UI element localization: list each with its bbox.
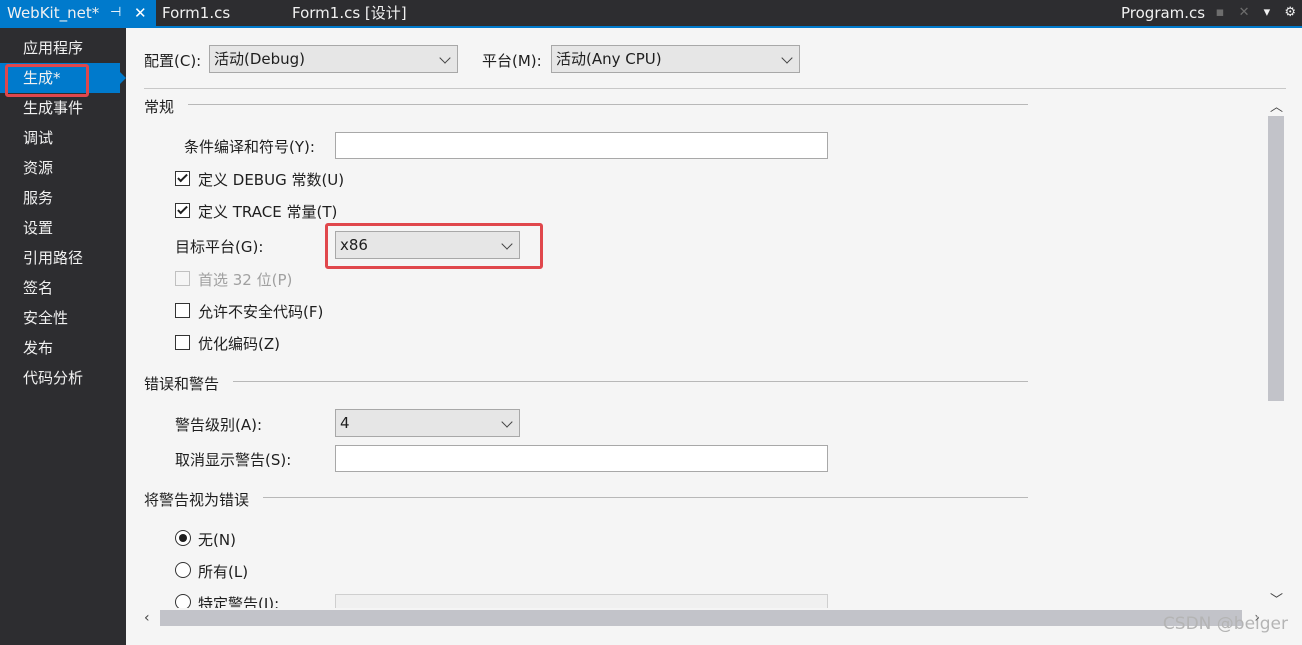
radio-none-label: 无(N): [198, 531, 236, 549]
warning-level-label: 警告级别(A):: [175, 416, 263, 434]
vertical-scroll-thumb[interactable]: [1268, 116, 1284, 401]
define-trace-label: 定义 TRACE 常量(T): [198, 203, 338, 221]
define-trace-checkbox[interactable]: [175, 203, 190, 218]
tab-form1-cs[interactable]: Form1.cs: [162, 0, 230, 26]
nav-item-reference-paths[interactable]: 引用路径: [0, 243, 126, 273]
optimize-code-checkbox[interactable]: [175, 335, 190, 350]
gear-icon[interactable]: ⚙: [1284, 0, 1296, 26]
config-select-value: 活动(Debug): [214, 50, 306, 68]
allow-unsafe-checkbox[interactable]: [175, 303, 190, 318]
toolbar-divider: [144, 88, 1286, 89]
chevron-down-icon[interactable]: ﹀: [1270, 589, 1283, 608]
close-icon[interactable]: ✕: [1239, 0, 1250, 26]
suppress-warnings-label: 取消显示警告(S):: [175, 451, 292, 469]
define-debug-checkbox[interactable]: [175, 171, 190, 186]
platform-label: 平台(M):: [482, 52, 542, 70]
watermark: CSDN @beiger: [1162, 614, 1288, 634]
pin-icon[interactable]: ⊣: [110, 0, 121, 26]
pin-icon[interactable]: ▪: [1216, 0, 1225, 26]
nav-item-debug[interactable]: 调试: [0, 123, 126, 153]
nav-item-code-analysis[interactable]: 代码分析: [0, 363, 126, 393]
section-divider: [263, 497, 1028, 498]
suppress-warnings-input[interactable]: [335, 445, 828, 472]
prefer-32bit-checkbox[interactable]: [175, 271, 190, 286]
check-icon: [177, 203, 188, 215]
radio-all-label: 所有(L): [198, 563, 249, 581]
horizontal-scrollbar[interactable]: ‹ ›: [140, 608, 1266, 628]
config-select[interactable]: 活动(Debug): [209, 45, 458, 73]
bottom-strip: [126, 628, 1302, 645]
close-icon[interactable]: ✕: [134, 0, 147, 26]
tab-program-cs[interactable]: Program.cs: [1121, 0, 1205, 26]
conditional-symbols-input[interactable]: [335, 132, 828, 159]
prefer-32bit-label: 首选 32 位(P): [198, 271, 293, 289]
check-icon: [177, 171, 188, 183]
chevron-down-icon: [781, 52, 793, 64]
section-divider: [233, 381, 1028, 382]
build-properties-panel: [126, 28, 1302, 645]
tab-strip-controls: ▪ ✕ ▾ ⚙: [1206, 0, 1296, 26]
nav-item-signing[interactable]: 签名: [0, 273, 126, 303]
optimize-code-label: 优化编码(Z): [198, 335, 280, 353]
allow-unsafe-label: 允许不安全代码(F): [198, 303, 324, 321]
define-debug-label: 定义 DEBUG 常数(U): [198, 171, 345, 189]
tab-webkit-net-label: WebKit_net*: [7, 4, 100, 22]
section-divider: [188, 104, 1028, 105]
nav-item-settings[interactable]: 设置: [0, 213, 126, 243]
radio-all[interactable]: [175, 562, 191, 578]
target-platform-label: 目标平台(G):: [175, 238, 264, 256]
platform-select[interactable]: 活动(Any CPU): [551, 45, 800, 73]
chevron-down-icon: [439, 52, 451, 64]
warning-level-select[interactable]: 4: [335, 409, 520, 437]
tab-form1-design[interactable]: Form1.cs [设计]: [292, 0, 407, 26]
radio-none[interactable]: [175, 530, 191, 546]
chevron-up-icon[interactable]: ︿: [1270, 96, 1283, 115]
platform-select-value: 活动(Any CPU): [556, 50, 662, 68]
nav-item-publish[interactable]: 发布: [0, 333, 126, 363]
conditional-symbols-label: 条件编译和符号(Y):: [184, 138, 315, 156]
nav-item-services[interactable]: 服务: [0, 183, 126, 213]
section-title-errors-warnings: 错误和警告: [144, 375, 220, 393]
nav-item-security[interactable]: 安全性: [0, 303, 126, 333]
nav-item-build-events[interactable]: 生成事件: [0, 93, 126, 123]
chevron-down-icon: [501, 416, 513, 428]
highlight-box-nav: [5, 64, 89, 97]
warning-level-value: 4: [340, 414, 350, 432]
property-page-nav: 应用程序 生成* 生成事件 调试 资源 服务 设置 引用路径 签名 安全性 发布…: [0, 28, 126, 645]
highlight-box-target-platform: [325, 223, 543, 269]
nav-item-application[interactable]: 应用程序: [0, 33, 126, 63]
nav-item-resources[interactable]: 资源: [0, 153, 126, 183]
horizontal-scroll-thumb[interactable]: [160, 610, 1242, 626]
section-title-treat-warnings: 将警告视为错误: [144, 491, 250, 509]
chevron-down-icon[interactable]: ▾: [1264, 0, 1271, 26]
config-label: 配置(C):: [144, 52, 202, 70]
chevron-left-icon[interactable]: ‹: [144, 608, 150, 628]
section-title-general: 常规: [144, 98, 175, 116]
tab-webkit-net[interactable]: WebKit_net* ⊣ ✕: [0, 0, 156, 26]
radio-selected-dot: [179, 534, 187, 542]
vertical-scrollbar[interactable]: ︿ ﹀: [1266, 96, 1286, 608]
document-tab-strip: WebKit_net* ⊣ ✕ Form1.cs Form1.cs [设计] P…: [0, 0, 1302, 28]
